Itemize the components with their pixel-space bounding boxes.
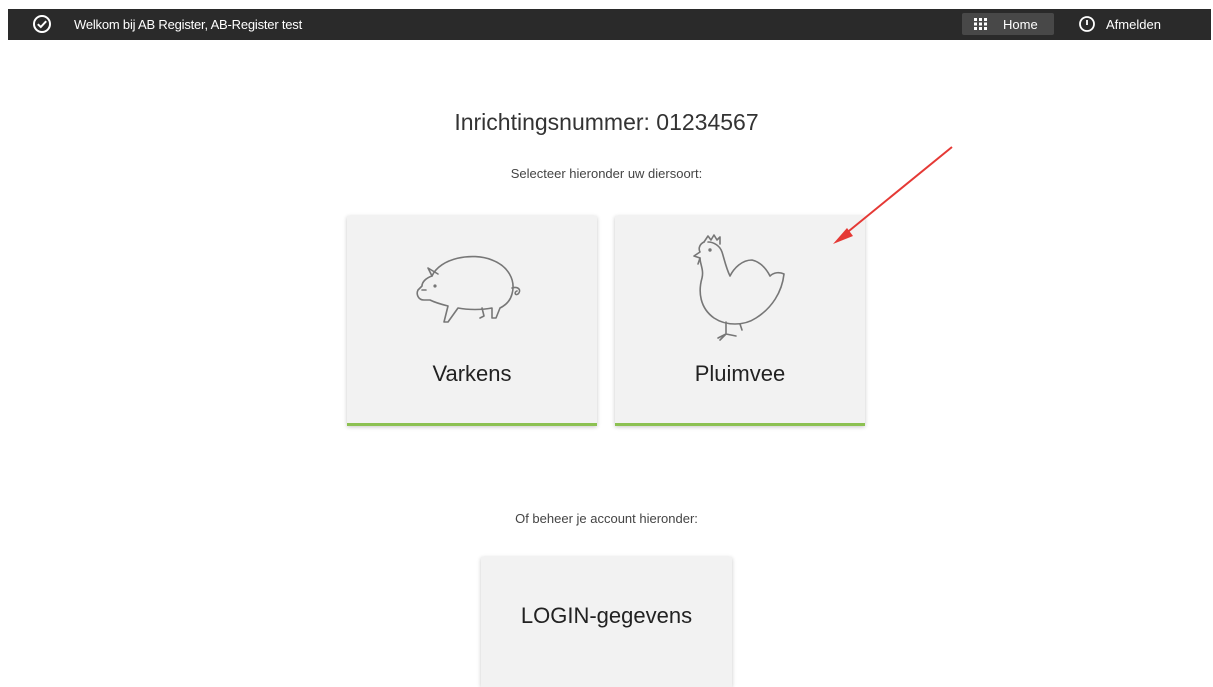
top-bar: Welkom bij AB Register, AB-Register test… [8,9,1211,40]
login-details-label: LOGIN-gegevens [520,603,693,628]
species-card-varkens[interactable]: Varkens [347,216,597,426]
pig-icon [416,255,521,323]
species-card-pluimvee[interactable]: Pluimvee [615,216,865,426]
account-prompt: Of beheer je account hieronder: [515,511,698,526]
page-title: Inrichtingsnummer: 01234567 [454,109,759,135]
logout-label: Afmelden [1106,17,1161,32]
apps-grid-icon [974,18,987,30]
chicken-icon [693,234,785,341]
home-label: Home [1003,17,1038,32]
species-card-label: Pluimvee [694,361,786,386]
welcome-message: Welkom bij AB Register, AB-Register test [74,17,303,32]
species-card-label: Varkens [432,361,512,386]
home-button[interactable]: Home [962,13,1054,35]
select-species-prompt: Selecteer hieronder uw diersoort: [510,166,703,181]
login-details-card[interactable]: LOGIN-gegevens [481,557,732,687]
power-icon [1079,16,1095,32]
check-circle-icon [33,15,51,33]
